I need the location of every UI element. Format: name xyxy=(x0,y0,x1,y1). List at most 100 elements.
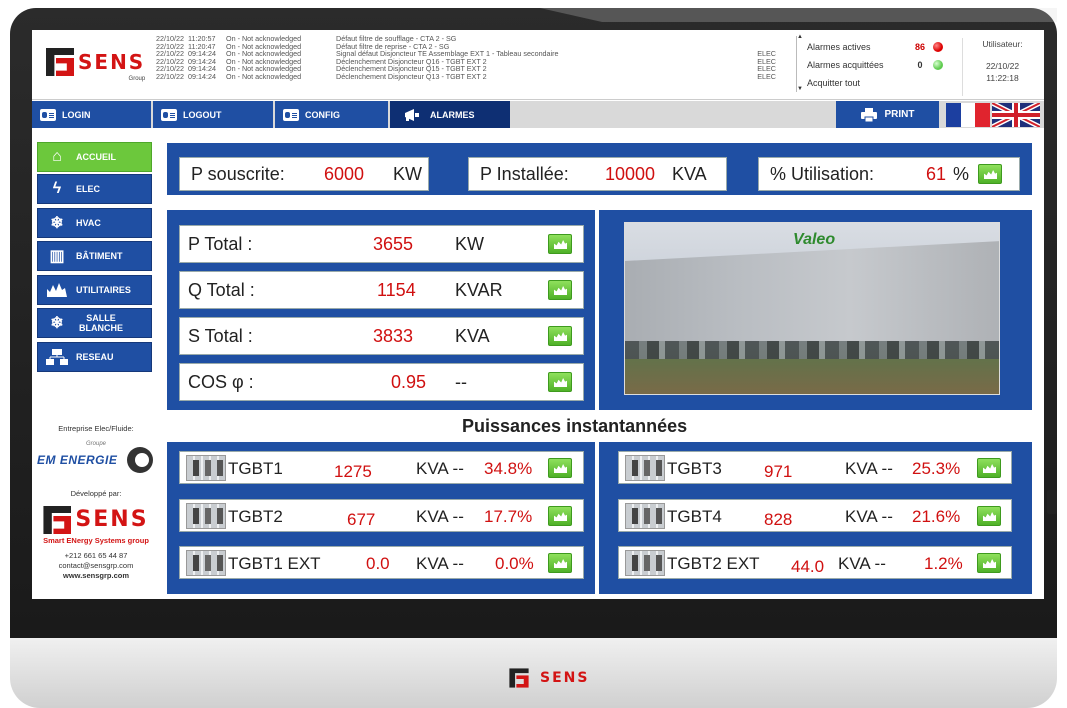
sidebar-item-utilitaires[interactable]: UTILITAIRES xyxy=(37,275,152,305)
sens-logo-icon xyxy=(43,506,72,534)
switchboard-icon xyxy=(625,503,665,529)
p-souscrite-card: P souscrite: 6000 KW xyxy=(179,157,429,191)
scroll-down-icon[interactable]: ▼ xyxy=(797,86,803,92)
red-status-light-icon xyxy=(933,42,943,52)
contact-email: contact@sensgrp.com xyxy=(58,561,134,570)
french-flag-icon[interactable] xyxy=(946,103,991,127)
lightning-icon: ϟ xyxy=(52,180,62,197)
trend-chart-button[interactable] xyxy=(977,458,1001,478)
trend-chart-button[interactable] xyxy=(978,164,1002,184)
trend-chart-button[interactable] xyxy=(977,553,1001,573)
tgbt4-card: TGBT4 828 KVA -- 21.6% xyxy=(618,499,1012,532)
q-total-value: 1154 xyxy=(377,279,416,300)
s-total-value: 3833 xyxy=(373,325,414,346)
chin-logo: SENS xyxy=(505,664,589,692)
user-card-icon xyxy=(40,108,56,121)
trend-chart-button[interactable] xyxy=(548,326,572,346)
alarm-log[interactable]: 22/10/22 11:20:57 On - Not acknowledged Déf… xyxy=(156,35,796,81)
config-button[interactable]: CONFIG xyxy=(275,101,388,128)
q-total-card: Q Total : 1154 KVAR xyxy=(179,271,584,309)
tgbt3-card: TGBT3 971 KVA -- 25.3% xyxy=(618,451,1012,484)
scroll-up-icon[interactable]: ▲ xyxy=(797,34,803,40)
trend-chart-button[interactable] xyxy=(548,372,572,392)
tgbt1-ext-card: TGBT1 EXT 0.0 KVA -- 0.0% xyxy=(179,546,584,579)
acknowledge-all-button[interactable]: Acquitter tout xyxy=(807,78,860,88)
scada-screen: SENS Group 22/10/22 11:20:57 On - Not ackn… xyxy=(32,30,1044,599)
sidebar-item-elec[interactable]: ϟ ELEC xyxy=(37,174,152,204)
user-panel: Utilisateur: 22/10/22 11:22:18 xyxy=(962,38,1042,96)
acked-alarms-count: 0 xyxy=(917,60,923,70)
utilisation-card: % Utilisation: 61 % xyxy=(758,157,1020,191)
p-total-card: P Total : 3655 KW xyxy=(179,225,584,263)
active-alarms-count: 86 xyxy=(914,42,925,52)
chart-icon xyxy=(46,280,68,300)
company-label: Entreprise Elec/Fluide: xyxy=(58,424,134,433)
header: SENS Group 22/10/22 11:20:57 On - Not ackn… xyxy=(32,30,1044,100)
switchboard-icon xyxy=(186,455,226,481)
valeo-logo: Valeo xyxy=(793,231,836,248)
current-time: 11:22:18 xyxy=(986,73,1019,83)
user-label: Utilisateur: xyxy=(982,39,1023,49)
sidebar-item-hvac[interactable]: ❄ HVAC xyxy=(37,208,152,238)
alarm-summary: Alarmes actives 86 Alarmes acquittées 0 … xyxy=(807,38,957,92)
sidebar-item-batiment[interactable]: ▥ BÂTIMENT xyxy=(37,241,152,271)
user-card-icon xyxy=(161,108,177,121)
trend-chart-button[interactable] xyxy=(977,506,1001,526)
bezel-reflection xyxy=(540,8,1057,22)
home-icon: ⌂ xyxy=(52,148,62,165)
contact-website[interactable]: www.sensgrp.com xyxy=(32,571,160,581)
print-button[interactable]: PRINT xyxy=(836,101,939,128)
developer-label: Développé par: xyxy=(70,489,122,498)
trend-chart-button[interactable] xyxy=(548,458,572,478)
alarm-log-scrollbar[interactable]: ▲ ▼ xyxy=(796,34,803,92)
switchboard-icon xyxy=(625,455,665,481)
sens-logo: SENS Group xyxy=(46,48,145,82)
factory-photo: Valeo xyxy=(624,222,1000,395)
sidebar-item-salle-blanche[interactable]: ❄ SALLE BLANCHE xyxy=(37,308,152,338)
user-card-icon xyxy=(283,108,299,121)
snowflake-icon: ❄ xyxy=(50,215,64,232)
top-navbar: LOGIN LOGOUT CONFIG ALARMES PRINT xyxy=(32,101,1044,128)
logout-button[interactable]: LOGOUT xyxy=(153,101,273,128)
acked-alarms-label: Alarmes acquittées xyxy=(807,60,884,70)
switchboard-icon xyxy=(186,503,226,529)
cos-phi-value: 0.95 xyxy=(391,371,427,392)
trend-chart-button[interactable] xyxy=(548,234,572,254)
cos-phi-card: COS φ : 0.95 -- xyxy=(179,363,584,401)
sens-logo: SENS xyxy=(37,506,155,534)
alarmes-button[interactable]: ALARMES xyxy=(390,101,510,128)
trend-chart-button[interactable] xyxy=(548,553,572,573)
contact-phone: +212 661 65 44 87 xyxy=(64,551,128,560)
login-button[interactable]: LOGIN xyxy=(32,101,151,128)
trend-chart-button[interactable] xyxy=(548,280,572,300)
sens-logo-icon xyxy=(509,668,529,688)
p-souscrite-value: 6000 xyxy=(324,163,365,184)
utilisation-value: 61 xyxy=(926,163,947,184)
network-icon xyxy=(46,347,68,367)
switchboard-icon xyxy=(625,550,665,576)
printer-icon xyxy=(860,107,877,122)
sidebar-item-accueil[interactable]: ⌂ ACCUEIL xyxy=(37,142,152,172)
current-date: 22/10/22 xyxy=(985,61,1020,71)
monitor-side-button xyxy=(1047,490,1057,514)
sidebar-item-reseau[interactable]: RESEAU xyxy=(37,342,152,372)
switchboard-icon xyxy=(186,550,226,576)
sens-tagline: Smart ENergy Systems group xyxy=(43,536,149,545)
trend-chart-button[interactable] xyxy=(548,506,572,526)
megaphone-icon xyxy=(405,108,419,121)
uk-flag-icon[interactable] xyxy=(992,103,1040,127)
tgbt2-ext-card: TGBT2 EXT 44.0 KVA -- 1.2% xyxy=(618,546,1012,579)
green-status-light-icon xyxy=(933,60,943,70)
tgbt2-card: TGBT2 677 KVA -- 17.7% xyxy=(179,499,584,532)
tgbt1-card: TGBT1 1275 KVA -- 34.8% xyxy=(179,451,584,484)
em-energie-logo: Groupe EM ENERGIE xyxy=(37,441,155,473)
s-total-card: S Total : 3833 KVA xyxy=(179,317,584,355)
p-total-value: 3655 xyxy=(373,233,414,254)
p-installee-card: P Installée: 10000 KVA xyxy=(468,157,727,191)
monitor-frame: SENS SENS Group 22/10/22 11:20:57 On - Not… xyxy=(0,0,1067,708)
sidebar-info: Entreprise Elec/Fluide: Groupe EM ENERGI… xyxy=(32,424,160,581)
sidebar: ⌂ ACCUEIL ϟ ELEC ❄ HVAC ▥ BÂTIMENT UTILI… xyxy=(32,128,160,599)
snowflake-icon: ❄ xyxy=(50,315,64,332)
alarm-log-row[interactable]: 22/10/22 09:14:24 On - Not acknowledged Déc… xyxy=(156,73,796,81)
em-energie-logo-icon xyxy=(127,447,153,473)
